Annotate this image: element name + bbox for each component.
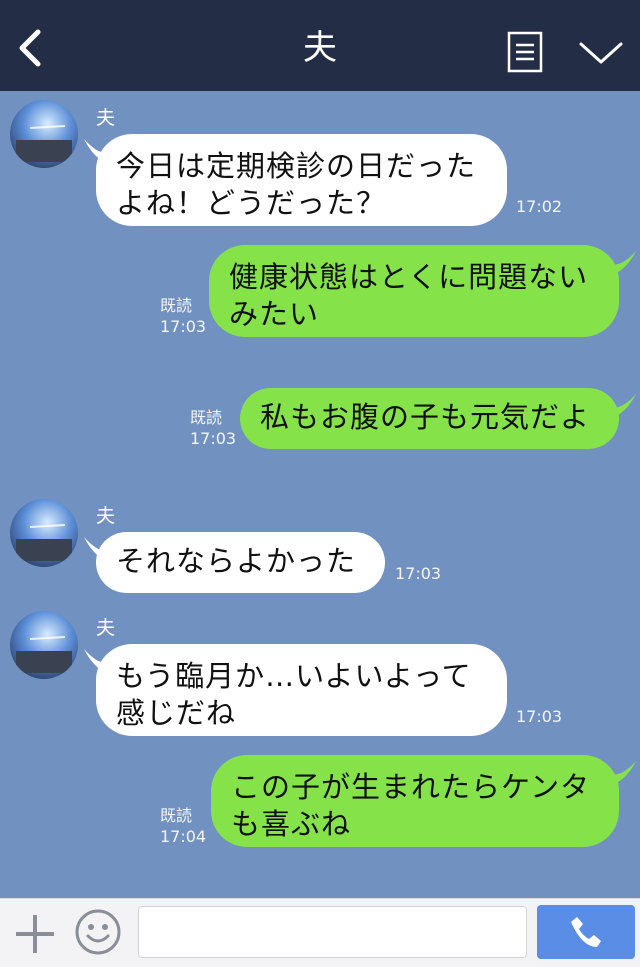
chat-title: 夫	[303, 28, 337, 68]
message-timestamp: 17:03	[395, 564, 442, 583]
chevron-down-icon[interactable]	[578, 38, 624, 68]
smiley-icon[interactable]	[74, 908, 122, 956]
read-receipt: 既読	[160, 806, 193, 825]
sender-name: 夫	[96, 617, 116, 639]
memo-icon[interactable]	[507, 31, 543, 73]
message-timestamp: 17:03	[160, 317, 207, 336]
avatar[interactable]	[10, 100, 78, 168]
read-receipt: 既読	[190, 408, 223, 427]
read-receipt: 既読	[160, 296, 193, 315]
message-timestamp: 17:04	[160, 827, 207, 846]
call-button[interactable]	[537, 905, 635, 959]
message-timestamp: 17:03	[190, 429, 237, 448]
sender-name: 夫	[96, 107, 116, 129]
phone-icon	[571, 917, 601, 947]
message-timestamp: 17:03	[516, 707, 563, 726]
message-bubble-incoming[interactable]: もう臨月か…いよいよって 感じだね	[96, 644, 507, 736]
chat-area[interactable]: 夫 今日は定期検診の日だった よね！どうだった？ 17:02 既読 17:03 …	[0, 91, 640, 898]
chevron-left-icon[interactable]	[14, 28, 54, 68]
message-bubble-outgoing[interactable]: 私もお腹の子も元気だよ	[240, 388, 619, 449]
message-bubble-incoming[interactable]: それならよかった	[96, 532, 385, 593]
avatar[interactable]	[10, 499, 78, 567]
message-bubble-incoming[interactable]: 今日は定期検診の日だった よね！どうだった？	[96, 134, 507, 226]
message-bubble-outgoing[interactable]: 健康状態はとくに問題ない みたい	[209, 245, 619, 337]
message-composer	[0, 898, 640, 967]
sender-name: 夫	[96, 505, 116, 527]
message-input[interactable]	[138, 906, 527, 958]
message-bubble-outgoing[interactable]: この子が生まれたらケンタ も喜ぶね	[211, 755, 619, 847]
chat-header: 夫	[0, 0, 640, 91]
message-timestamp: 17:02	[516, 197, 563, 216]
avatar[interactable]	[10, 611, 78, 679]
plus-icon[interactable]	[14, 913, 56, 955]
